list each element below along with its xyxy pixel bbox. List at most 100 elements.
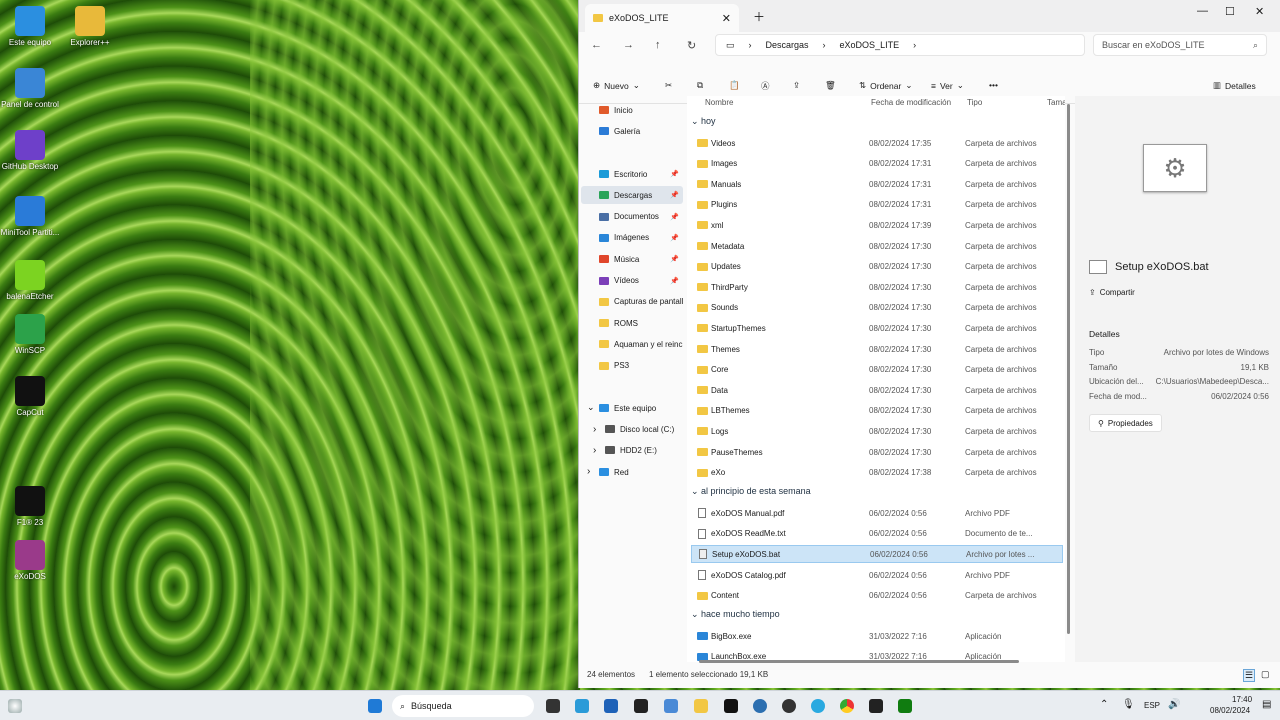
file-row[interactable]: LBThemes 08/02/2024 17:30 Carpeta de archi…: [691, 402, 1063, 420]
rename-icon[interactable]: Ⓐ: [761, 80, 770, 92]
f1-taskbar-icon[interactable]: [869, 699, 883, 713]
forward-arrow-icon[interactable]: →: [623, 39, 634, 51]
horizontal-scrollbar[interactable]: [699, 660, 1019, 663]
microphone-icon[interactable]: 🎙: [1122, 699, 1135, 710]
file-row[interactable]: eXo 08/02/2024 17:38 Carpeta de archivos: [691, 464, 1063, 482]
taskbar-search[interactable]: ⌕ Búsqueda: [392, 695, 534, 717]
column-size[interactable]: Tama: [1047, 98, 1065, 107]
github-taskbar-icon[interactable]: [782, 699, 796, 713]
more-options-icon[interactable]: •••: [989, 80, 998, 90]
desktop-icon[interactable]: Explorer++: [60, 6, 120, 47]
desktop-icon[interactable]: MiniTool Partiti...: [0, 196, 60, 237]
view-button[interactable]: ≡ Ver ⌄: [931, 80, 964, 91]
steam-icon[interactable]: [753, 699, 767, 713]
nav-item[interactable]: Música 📌: [599, 250, 683, 268]
desktop-icon[interactable]: GitHub Desktop: [0, 130, 60, 171]
minitool-icon[interactable]: [664, 699, 678, 713]
tiles-view-icon[interactable]: ▢: [1261, 669, 1270, 680]
paste-icon[interactable]: 📋: [729, 80, 740, 91]
language-indicator[interactable]: ESP: [1144, 701, 1160, 710]
new-tab-button[interactable]: ＋: [753, 8, 765, 25]
file-row[interactable]: Metadata 08/02/2024 17:30 Carpeta de archi…: [691, 237, 1063, 255]
breadcrumb-descargas[interactable]: Descargas: [766, 40, 809, 50]
file-row[interactable]: eXoDOS Manual.pdf 06/02/2024 0:56 Archivo …: [691, 504, 1063, 522]
maximize-button[interactable]: ☐: [1225, 5, 1235, 18]
share-button[interactable]: ⇪ Compartir: [1089, 288, 1135, 297]
chevron-right-icon[interactable]: ›: [587, 466, 590, 477]
nav-item[interactable]: Imágenes 📌: [599, 229, 683, 247]
copy-icon[interactable]: ⧉: [697, 80, 703, 91]
close-tab-icon[interactable]: ✕: [722, 12, 731, 25]
file-row[interactable]: Images 08/02/2024 17:31 Carpeta de archivo…: [691, 155, 1063, 173]
file-row[interactable]: ThirdParty 08/02/2024 17:30 Carpeta de arc…: [691, 278, 1063, 296]
file-explorer-taskbar-icon[interactable]: [694, 699, 708, 713]
file-row[interactable]: Data 08/02/2024 17:30 Carpeta de archivos: [691, 381, 1063, 399]
nav-item[interactable]: HDD2 (E:): [605, 441, 689, 459]
file-row[interactable]: Core 08/02/2024 17:30 Carpeta de archivos: [691, 361, 1063, 379]
cut-icon[interactable]: ✂: [665, 80, 672, 91]
properties-button[interactable]: ⚲ Propiedades: [1089, 414, 1162, 432]
file-row[interactable]: Content 06/02/2024 0:56 Carpeta de archivo…: [691, 587, 1063, 605]
clock-time[interactable]: 17:40: [1232, 695, 1252, 704]
chevron-right-icon[interactable]: ›: [593, 445, 596, 456]
file-row[interactable]: Plugins 08/02/2024 17:31 Carpeta de archiv…: [691, 196, 1063, 214]
address-bar[interactable]: ▭ › Descargas › eXoDOS_LITE ›: [715, 34, 1085, 56]
file-row[interactable]: Updates 08/02/2024 17:30 Carpeta de archiv…: [691, 258, 1063, 276]
desktop-icon[interactable]: WinSCP: [0, 314, 60, 355]
nav-item[interactable]: Disco local (C:): [605, 420, 689, 438]
file-row[interactable]: StartupThemes 08/02/2024 17:30 Carpeta de …: [691, 319, 1063, 337]
minimize-button[interactable]: —: [1197, 5, 1208, 17]
sort-button[interactable]: ⇅ Ordenar ⌄: [859, 80, 912, 91]
volume-icon[interactable]: 🔊: [1168, 699, 1180, 710]
task-view-icon[interactable]: [546, 699, 560, 713]
clock-date[interactable]: 08/02/2024: [1210, 706, 1250, 715]
desktop-icon[interactable]: balenaEtcher: [0, 260, 60, 301]
notification-icon[interactable]: ▤: [1262, 699, 1271, 710]
file-row[interactable]: Setup eXoDOS.bat 06/02/2024 0:56 Archivo p…: [691, 545, 1063, 564]
vertical-scrollbar[interactable]: [1067, 104, 1070, 634]
nav-item[interactable]: Vídeos 📌: [599, 272, 683, 290]
file-row[interactable]: BigBox.exe 31/03/2022 7:16 Aplicación: [691, 627, 1063, 645]
file-row[interactable]: eXoDOS Catalog.pdf 06/02/2024 0:56 Archivo…: [691, 566, 1063, 584]
explorer-plus-icon[interactable]: [604, 699, 618, 713]
nav-item[interactable]: Red: [599, 463, 683, 481]
file-row[interactable]: Videos 08/02/2024 17:35 Carpeta de archivo…: [691, 134, 1063, 152]
tray-chevron-up-icon[interactable]: ⌃: [1100, 699, 1108, 710]
up-arrow-icon[interactable]: ↑: [655, 39, 661, 51]
nav-item[interactable]: Aquaman y el reinc: [599, 335, 683, 353]
desktop-icon[interactable]: F1® 23: [0, 486, 60, 527]
capcut-taskbar-icon[interactable]: [724, 699, 738, 713]
nav-item[interactable]: ROMS: [599, 314, 683, 332]
details-view-icon[interactable]: ☰: [1243, 669, 1256, 682]
telegram-icon[interactable]: [811, 699, 825, 713]
desktop-icon[interactable]: CapCut: [0, 376, 60, 417]
chevron-down-icon[interactable]: ⌄: [587, 402, 595, 413]
nav-item[interactable]: Escritorio 📌: [599, 165, 683, 183]
column-date[interactable]: Fecha de modificación: [871, 98, 951, 107]
new-button[interactable]: ⊕ Nuevo ⌄: [593, 80, 640, 91]
file-row[interactable]: Themes 08/02/2024 17:30 Carpeta de archivo…: [691, 340, 1063, 358]
tab-exodos-lite[interactable]: eXoDOS_LITE ✕: [585, 4, 739, 32]
share-icon[interactable]: ⇪: [793, 80, 800, 91]
column-type[interactable]: Tipo: [967, 98, 982, 107]
start-icon[interactable]: [368, 699, 382, 713]
desktop-icon[interactable]: Este equipo: [0, 6, 60, 47]
file-row[interactable]: PauseThemes 08/02/2024 17:30 Carpeta de ar…: [691, 443, 1063, 461]
column-name[interactable]: Nombre: [705, 98, 733, 107]
file-row[interactable]: xml 08/02/2024 17:39 Carpeta de archivos: [691, 216, 1063, 234]
file-row[interactable]: Sounds 08/02/2024 17:30 Carpeta de archivo…: [691, 299, 1063, 317]
file-row[interactable]: Manuals 08/02/2024 17:31 Carpeta de archiv…: [691, 175, 1063, 193]
search-input[interactable]: Buscar en eXoDOS_LITE ⌕: [1093, 34, 1267, 56]
xbox-icon[interactable]: [898, 699, 912, 713]
chevron-right-icon[interactable]: ›: [593, 424, 596, 435]
details-pane-button[interactable]: ▥ Detalles: [1213, 80, 1256, 91]
microsoft-store-icon[interactable]: [575, 699, 589, 713]
nav-item[interactable]: Este equipo: [599, 399, 683, 417]
group-header[interactable]: ⌄ al principio de esta semana: [691, 486, 811, 497]
group-header[interactable]: ⌄ hace mucho tiempo: [691, 609, 780, 620]
terminal-icon[interactable]: [634, 699, 648, 713]
breadcrumb-exodos-lite[interactable]: eXoDOS_LITE: [840, 40, 900, 50]
nav-item[interactable]: Descargas 📌: [599, 186, 683, 204]
desktop-icon[interactable]: Panel de control: [0, 68, 60, 109]
close-window-button[interactable]: ✕: [1255, 5, 1264, 18]
